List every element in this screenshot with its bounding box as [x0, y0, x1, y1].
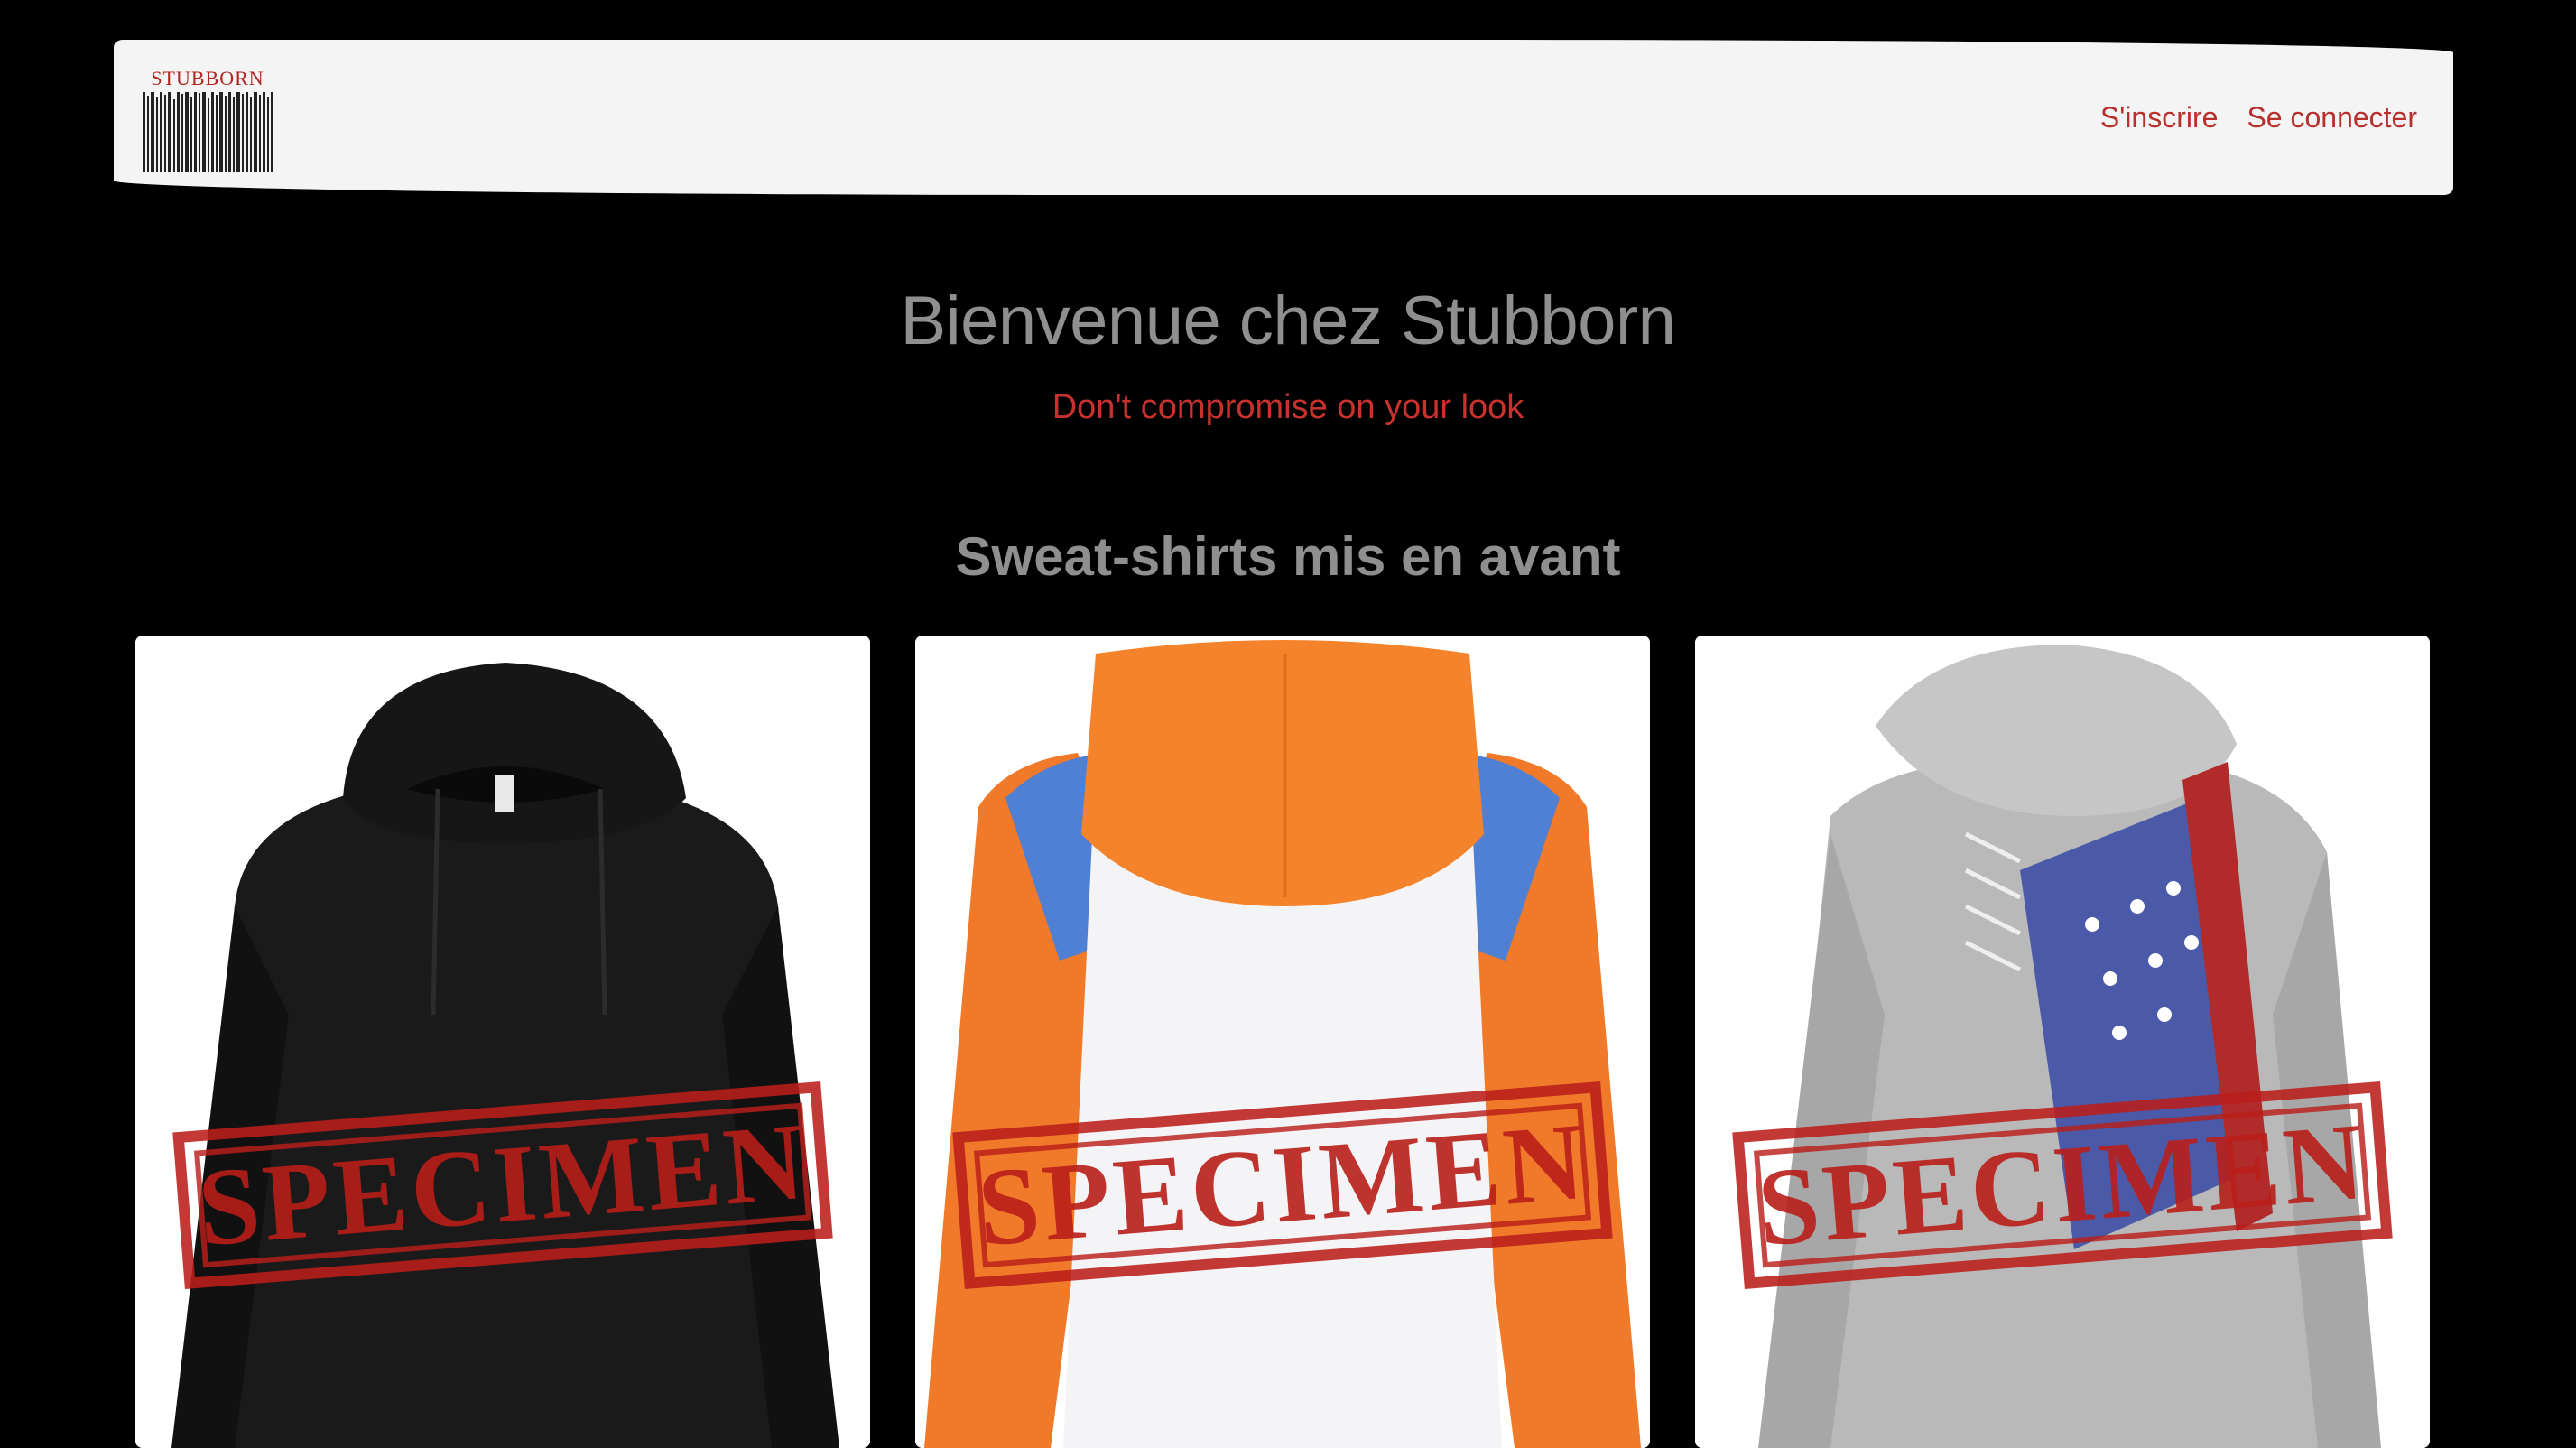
featured-section-title: Sweat-shirts mis en avant: [955, 526, 1621, 587]
login-link[interactable]: Se connecter: [2247, 101, 2417, 135]
stamp-text: SPECIMEN: [193, 1100, 812, 1270]
hero-title: Bienvenue chez Stubborn: [900, 283, 1676, 359]
grey-hoodie-image: [1695, 636, 2430, 1448]
stamp-text: SPECIMEN: [973, 1100, 1592, 1270]
logo-wordmark: STUBBORN: [151, 67, 264, 89]
product-card-orange-hoodie[interactable]: SPECIMEN: [915, 636, 1650, 1448]
black-hoodie-image: [135, 636, 870, 1448]
stamp-text: SPECIMEN: [1753, 1100, 2372, 1270]
signup-link[interactable]: S'inscrire: [2100, 101, 2219, 135]
orange-hoodie-image: [915, 636, 1650, 1448]
hero-subtitle: Don't compromise on your look: [1052, 388, 1524, 426]
brand-logo[interactable]: STUBBORN: [139, 67, 276, 177]
product-card-black-hoodie[interactable]: SPECIMEN: [135, 636, 870, 1448]
barcode-icon: [143, 92, 273, 172]
navbar: STUBBORN S'inscrire Se connecter: [114, 40, 2453, 195]
product-card-grey-hoodie[interactable]: SPECIMEN: [1695, 636, 2430, 1448]
nav-links: S'inscrire Se connecter: [2100, 40, 2417, 195]
